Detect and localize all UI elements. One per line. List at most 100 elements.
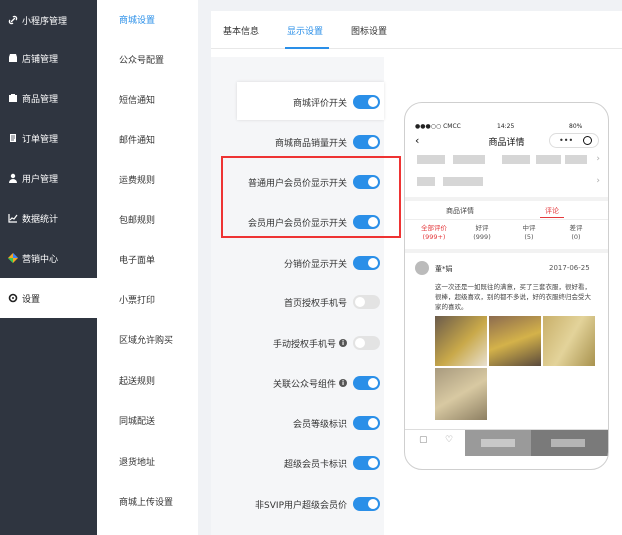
toggle-switch[interactable] [353,416,380,430]
nav-item-label: 小程序管理 [22,16,68,27]
divider [405,219,608,220]
toggle-switch[interactable] [353,497,380,511]
toggle-switch[interactable] [353,295,380,309]
placeholder-block [453,155,485,164]
tab-basic-info[interactable]: 基本信息 [223,24,259,37]
nav-item-stats[interactable]: 数据统计 [0,198,97,238]
phone-bottom-bar: ▢ ♡ [405,429,608,456]
add-to-cart-button[interactable] [465,430,531,456]
setting-label: 商城商品销量开关 [275,136,347,149]
chart-icon [7,213,18,224]
setting-label-text: 商城评价开关 [292,98,347,109]
placeholder-block [417,177,435,186]
review-photo[interactable] [435,368,487,420]
more-icon[interactable]: ••• [559,136,573,145]
info-icon[interactable]: i [339,379,347,387]
setting-row: 分销价显示开关 [211,253,384,273]
setting-row: 超级会员卡标识 [211,453,384,473]
subnav-item-sms[interactable]: 短信通知 [119,93,155,106]
phone-preview: ●●●○○ CMCC 14:25 80% ‹ 商品详情 ••• › › 商品详情… [404,102,609,470]
toggle-knob [368,97,378,107]
chevron-right-icon: › [596,154,600,164]
toggle-switch[interactable] [353,95,380,109]
review-photo[interactable] [543,316,595,366]
subnav-item-receipt-print[interactable]: 小票打印 [119,293,155,306]
placeholder-block [551,439,585,447]
filter-label: 全部评价 [421,224,447,232]
filter-all[interactable]: 全部评价 (999+) [413,224,455,242]
filter-good[interactable]: 好评 (999) [461,224,503,242]
review-photo[interactable] [435,316,487,366]
info-icon[interactable]: i [339,339,347,347]
subnav-item-mall-settings[interactable]: 商城设置 [119,13,155,26]
subnav-item-min-delivery[interactable]: 起送规则 [119,374,155,387]
toggle-knob [368,137,378,147]
miniprogram-capsule[interactable]: ••• [549,133,599,148]
chevron-right-icon: › [596,176,600,186]
placeholder-block [443,177,483,186]
subnav-item-local-delivery[interactable]: 同城配送 [119,414,155,427]
subnav-item-email[interactable]: 邮件通知 [119,133,155,146]
heart-icon[interactable]: ♡ [445,435,455,445]
buy-now-button[interactable] [531,430,608,456]
subnav-item-upload-settings[interactable]: 商城上传设置 [119,495,173,508]
setting-label: 关联公众号组件 i [273,377,347,390]
phone-tab-indicator [540,217,564,218]
review-photo[interactable] [489,316,541,366]
toggle-switch[interactable] [353,456,380,470]
subnav-item-e-waybill[interactable]: 电子面单 [119,253,155,266]
toggle-switch[interactable] [353,135,380,149]
divider [405,249,608,253]
nav-item-order[interactable]: 订单管理 [0,118,97,158]
subnav-item-shipping-rules[interactable]: 运费规则 [119,173,155,186]
phone-tab-review[interactable]: 评论 [545,206,559,216]
nav-item-marketing[interactable]: 营销中心 [0,238,97,278]
nav-item-store[interactable]: 店铺管理 [0,38,97,78]
highlight-annotation-box [221,156,401,238]
filter-label: 差评 [569,224,583,232]
nav-item-settings[interactable]: 设置 [0,278,97,318]
setting-label-text: 关联公众号组件 [272,379,336,390]
subnav-item-official-account[interactable]: 公众号配置 [119,53,164,66]
filter-count: (999+) [422,233,446,241]
nav-item-label: 店铺管理 [22,54,59,65]
placeholder-block [502,155,530,164]
setting-row: 关联公众号组件 i [211,373,384,393]
nav-item-product[interactable]: 商品管理 [0,78,97,118]
filter-count: (5) [524,233,534,241]
setting-label: 首页授权手机号 [284,296,347,309]
setting-row: 手动授权手机号 i [211,333,384,353]
toggle-switch[interactable] [353,336,380,350]
subnav-item-free-shipping[interactable]: 包邮规则 [119,213,155,226]
filter-medium[interactable]: 中评 (5) [508,224,550,242]
toggle-switch[interactable] [353,376,380,390]
nav-item-user[interactable]: 用户管理 [0,158,97,198]
close-icon[interactable] [583,136,592,145]
subnav-item-return-address[interactable]: 退货地址 [119,455,155,468]
nav-item-miniprogram[interactable]: 小程序管理 [0,0,97,40]
subnav-item-region-purchase[interactable]: 区域允许购买 [119,333,173,346]
nav-item-label: 用户管理 [22,174,59,185]
setting-label-text: 超级会员卡标识 [283,459,347,470]
filter-label: 中评 [522,224,536,232]
phone-title-bar: ‹ 商品详情 ••• [405,131,608,151]
reviewer-name: 董*娟 [435,265,453,273]
toggle-knob [368,458,378,468]
toggle-switch[interactable] [353,256,380,270]
nav-item-label: 数据统计 [22,214,59,225]
store-icon[interactable]: ▢ [419,435,429,445]
toggle-knob [368,258,378,268]
user-icon [7,173,18,184]
toggle-knob [368,418,378,428]
phone-tab-detail[interactable]: 商品详情 [446,206,474,216]
product-icon [7,93,18,104]
filter-bad[interactable]: 差评 (0) [555,224,597,242]
status-time: 14:25 [497,123,515,130]
placeholder-block [536,155,561,164]
setting-label: 手动授权手机号 i [273,337,347,350]
setting-label: 超级会员卡标识 [284,457,347,470]
tab-display-settings[interactable]: 显示设置 [287,24,323,37]
setting-label-text: 手动授权手机号 [272,339,336,350]
setting-label: 会员等级标识 [293,417,347,430]
tab-icon-settings[interactable]: 图标设置 [351,24,387,37]
